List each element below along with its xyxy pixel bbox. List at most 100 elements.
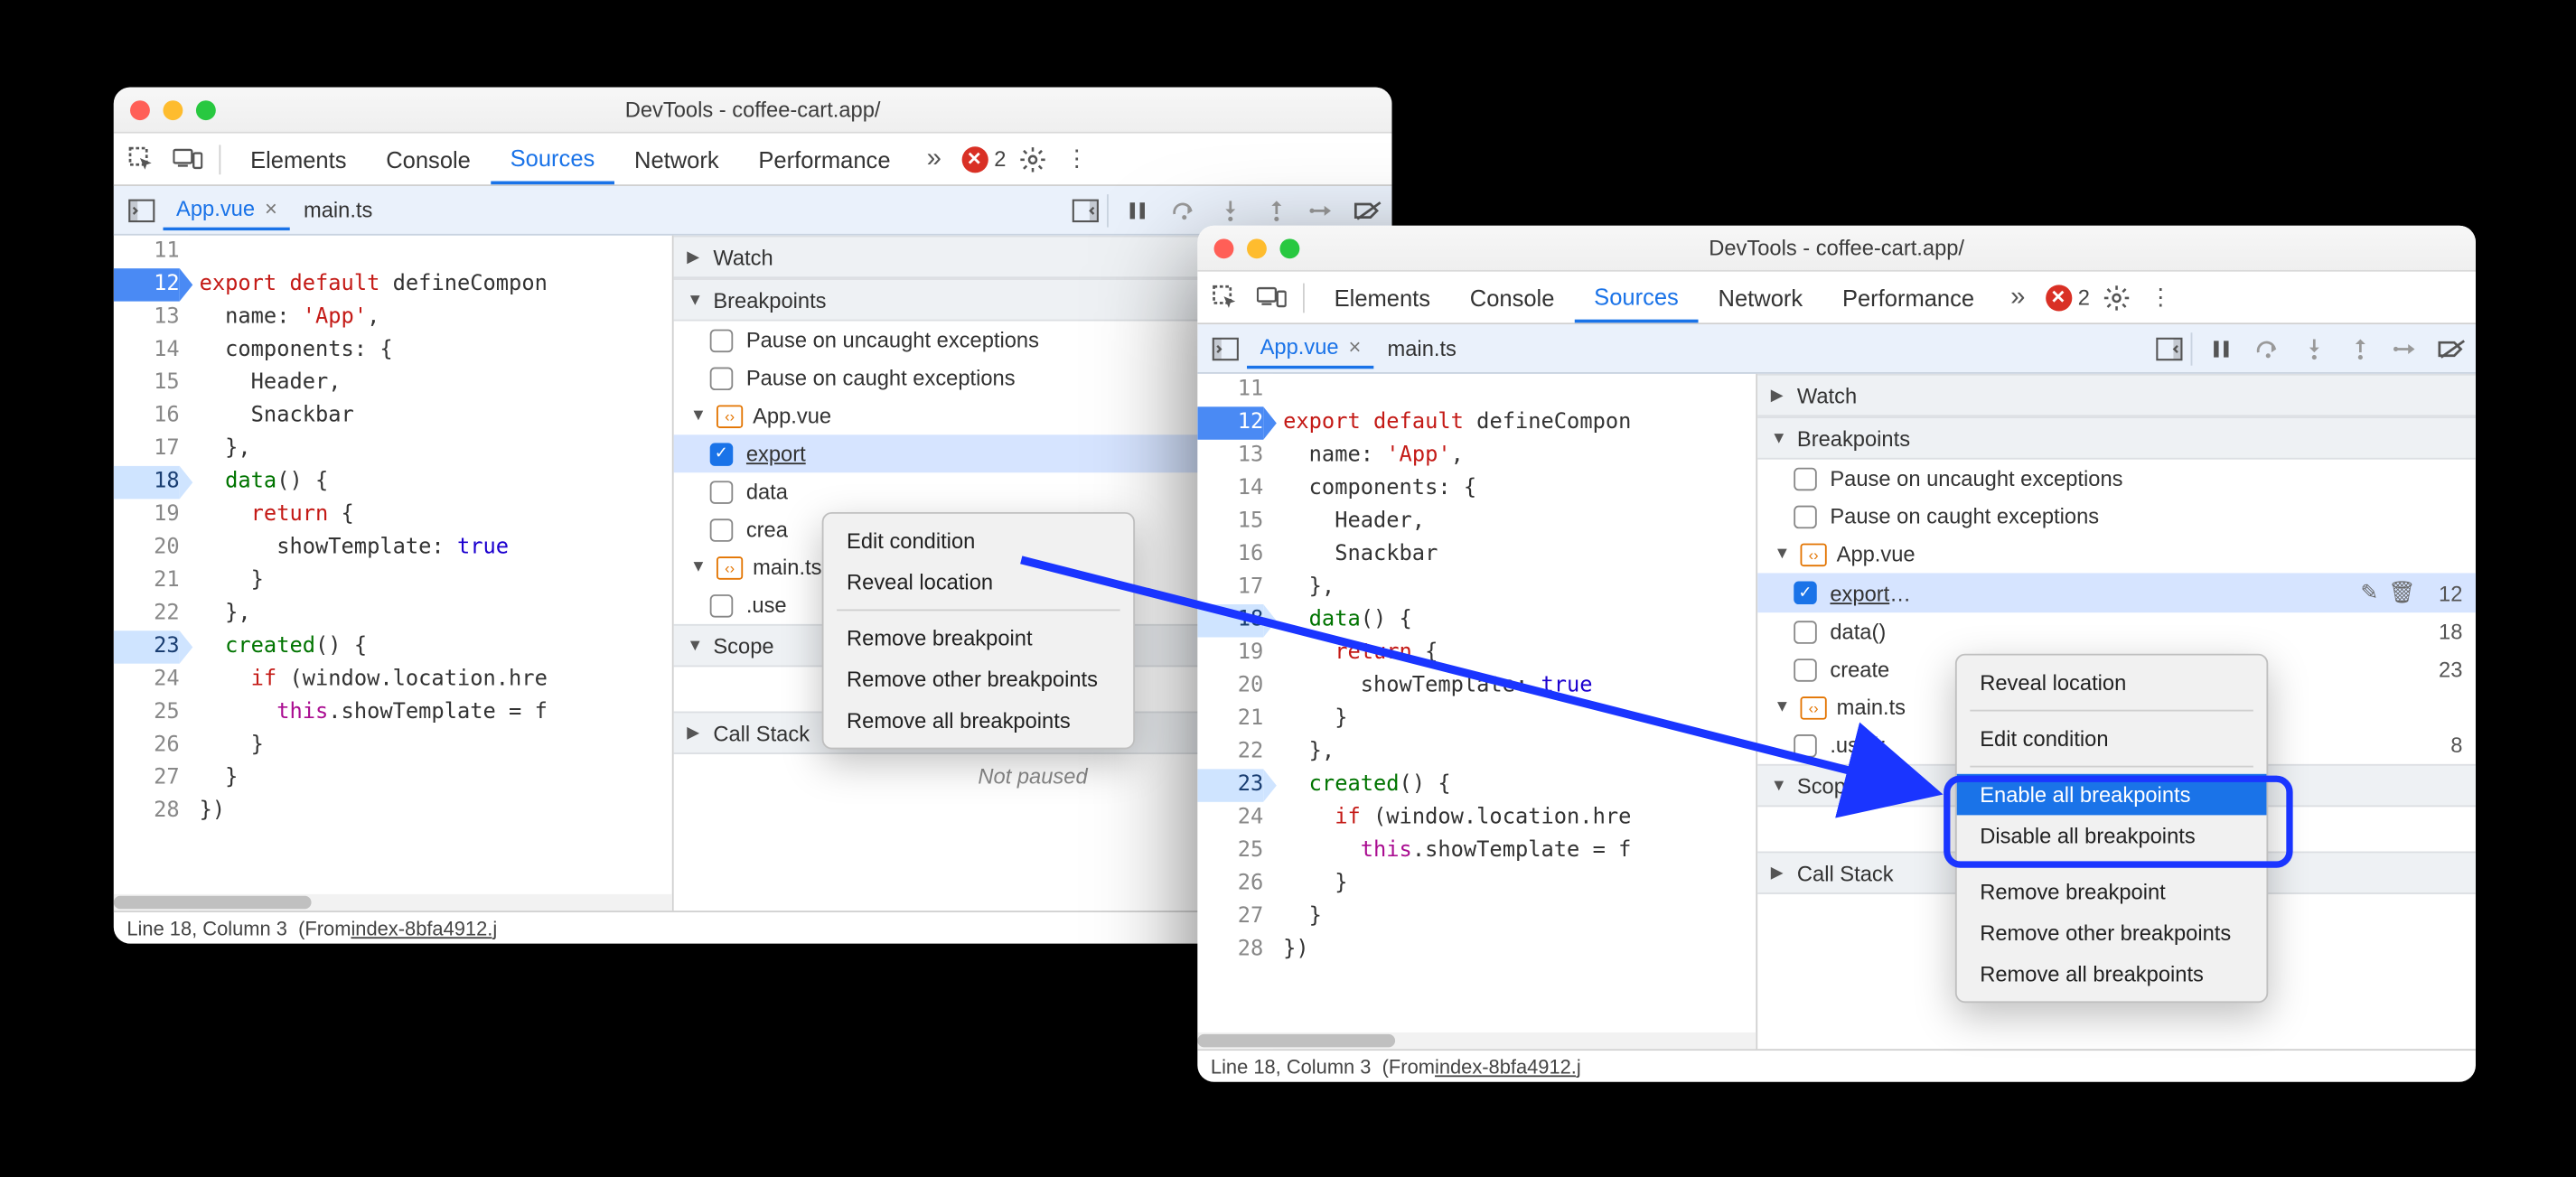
- step-into-icon[interactable]: [1214, 193, 1247, 226]
- code-editor[interactable]: 111213141516171819202122232425262728 exp…: [114, 236, 674, 911]
- gutter-line[interactable]: 21: [1197, 703, 1263, 735]
- menu-enable-all-breakpoints[interactable]: Enable all breakpoints: [1957, 774, 2267, 816]
- code-line[interactable]: Header,: [1283, 506, 1756, 538]
- code-line[interactable]: return {: [200, 499, 672, 531]
- tab-elements[interactable]: Elements: [230, 134, 366, 185]
- watch-section[interactable]: ▶Watch: [1757, 374, 2476, 416]
- kebab-menu-icon[interactable]: ⋮: [1059, 145, 1095, 173]
- device-icon[interactable]: [1251, 276, 1293, 318]
- code-line[interactable]: },: [200, 433, 672, 465]
- step-out-icon[interactable]: [2344, 332, 2376, 364]
- gutter-line[interactable]: 22: [114, 598, 180, 631]
- device-icon[interactable]: [166, 137, 209, 180]
- menu-remove-breakpoint[interactable]: Remove breakpoint: [1957, 871, 2267, 912]
- code-line[interactable]: name: 'App',: [1283, 440, 1756, 472]
- code-line[interactable]: return {: [1283, 638, 1756, 670]
- tab-network[interactable]: Network: [614, 134, 738, 185]
- tab-elements[interactable]: Elements: [1315, 272, 1450, 323]
- close-icon[interactable]: ×: [1348, 334, 1361, 359]
- gutter-line[interactable]: 24: [114, 664, 180, 696]
- menu-remove-other-breakpoints[interactable]: Remove other breakpoints: [1957, 912, 2267, 954]
- settings-gear-icon[interactable]: [2103, 284, 2140, 310]
- code-line[interactable]: }): [200, 796, 672, 828]
- code-line[interactable]: this.showTemplate = f: [200, 696, 672, 729]
- gutter-line[interactable]: 23: [1197, 769, 1263, 801]
- menu-remove-all-breakpoints[interactable]: Remove all breakpoints: [824, 700, 1134, 742]
- code-line[interactable]: }: [200, 565, 672, 597]
- file-tab-app[interactable]: App.vue ×: [163, 190, 290, 231]
- traffic-minimize-icon[interactable]: [163, 99, 183, 119]
- tab-console[interactable]: Console: [1450, 272, 1574, 323]
- gutter-line[interactable]: 28: [114, 796, 180, 828]
- file-tab-main[interactable]: main.ts: [1374, 330, 1470, 368]
- code-line[interactable]: Snackbar: [1283, 538, 1756, 571]
- gutter-line[interactable]: 28: [1197, 934, 1263, 967]
- tab-performance[interactable]: Performance: [739, 134, 911, 185]
- breakpoint-item[interactable]: ✓export… ✎🗑 12: [1757, 573, 2476, 612]
- gutter-line[interactable]: 20: [114, 532, 180, 565]
- pause-icon[interactable]: [1121, 193, 1154, 226]
- close-icon[interactable]: ×: [265, 196, 277, 220]
- code-line[interactable]: data() {: [1283, 604, 1756, 637]
- gutter-line[interactable]: 14: [1197, 472, 1263, 505]
- menu-edit-condition[interactable]: Edit condition: [1957, 718, 2267, 760]
- error-badge[interactable]: ✕ 2: [961, 145, 1007, 172]
- breakpoints-section[interactable]: ▼Breakpoints: [1757, 416, 2476, 459]
- code-line[interactable]: }: [200, 762, 672, 795]
- breakpoint-item[interactable]: data()18: [1757, 612, 2476, 650]
- code-line[interactable]: created() {: [200, 631, 672, 663]
- gutter-line[interactable]: 16: [114, 400, 180, 433]
- gutter-line[interactable]: 22: [1197, 736, 1263, 769]
- settings-gear-icon[interactable]: [1019, 145, 1055, 172]
- code-line[interactable]: components: {: [200, 334, 672, 367]
- code-line[interactable]: this.showTemplate = f: [1283, 835, 1756, 867]
- step-icon[interactable]: [1307, 193, 1339, 226]
- gutter-line[interactable]: 17: [1197, 572, 1263, 604]
- delete-icon[interactable]: 🗑: [2388, 580, 2415, 606]
- gutter-line[interactable]: 20: [1197, 670, 1263, 703]
- navigator-toggle-icon[interactable]: [120, 189, 163, 231]
- pause-uncaught-checkbox[interactable]: Pause on uncaught exceptions: [1757, 460, 2476, 498]
- breakpoint-group-app[interactable]: ▼‹›App.vue: [1757, 535, 2476, 573]
- menu-reveal-location[interactable]: Reveal location: [824, 562, 1134, 603]
- gutter-line[interactable]: 26: [1197, 868, 1263, 901]
- deactivate-breakpoints-icon[interactable]: [2436, 332, 2468, 364]
- code-line[interactable]: }: [1283, 868, 1756, 901]
- traffic-close-icon[interactable]: [1214, 238, 1234, 257]
- code-line[interactable]: showTemplate: true: [1283, 670, 1756, 703]
- gutter-line[interactable]: 19: [1197, 638, 1263, 670]
- error-badge[interactable]: ✕ 2: [2045, 284, 2090, 310]
- gutter-line[interactable]: 13: [1197, 440, 1263, 472]
- code-line[interactable]: },: [200, 598, 672, 631]
- gutter-line[interactable]: 14: [114, 334, 180, 367]
- gutter-line[interactable]: 16: [1197, 538, 1263, 571]
- gutter-line[interactable]: 15: [1197, 506, 1263, 538]
- step-over-icon[interactable]: [1168, 193, 1201, 226]
- navigator-toggle-icon[interactable]: [1204, 327, 1247, 369]
- pause-caught-checkbox[interactable]: Pause on caught exceptions: [1757, 498, 2476, 536]
- debugger-toggle-icon[interactable]: [1064, 189, 1107, 231]
- gutter-line[interactable]: 13: [114, 302, 180, 334]
- menu-remove-breakpoint[interactable]: Remove breakpoint: [824, 618, 1134, 659]
- step-into-icon[interactable]: [2298, 332, 2330, 364]
- gutter-line[interactable]: 27: [114, 762, 180, 795]
- gutter-line[interactable]: 21: [114, 565, 180, 597]
- tab-performance[interactable]: Performance: [1822, 272, 1994, 323]
- gutter-line[interactable]: 24: [1197, 802, 1263, 835]
- menu-remove-other-breakpoints[interactable]: Remove other breakpoints: [824, 659, 1134, 700]
- pause-icon[interactable]: [2206, 332, 2238, 364]
- code-line[interactable]: }: [200, 730, 672, 762]
- source-map-link[interactable]: index-8bfa4912.j: [1435, 1055, 1581, 1079]
- traffic-close-icon[interactable]: [130, 99, 150, 119]
- source-map-link[interactable]: index-8bfa4912.j: [351, 916, 497, 939]
- inspect-icon[interactable]: [120, 137, 163, 180]
- code-editor[interactable]: 111213141516171819202122232425262728 exp…: [1197, 374, 1757, 1049]
- traffic-zoom-icon[interactable]: [1279, 238, 1299, 257]
- gutter-line[interactable]: 25: [1197, 835, 1263, 867]
- tab-sources[interactable]: Sources: [491, 134, 614, 185]
- gutter-line[interactable]: 26: [114, 730, 180, 762]
- code-line[interactable]: showTemplate: true: [200, 532, 672, 565]
- gutter-line[interactable]: 25: [114, 696, 180, 729]
- code-line[interactable]: if (window.location.hre: [200, 664, 672, 696]
- traffic-minimize-icon[interactable]: [1247, 238, 1267, 257]
